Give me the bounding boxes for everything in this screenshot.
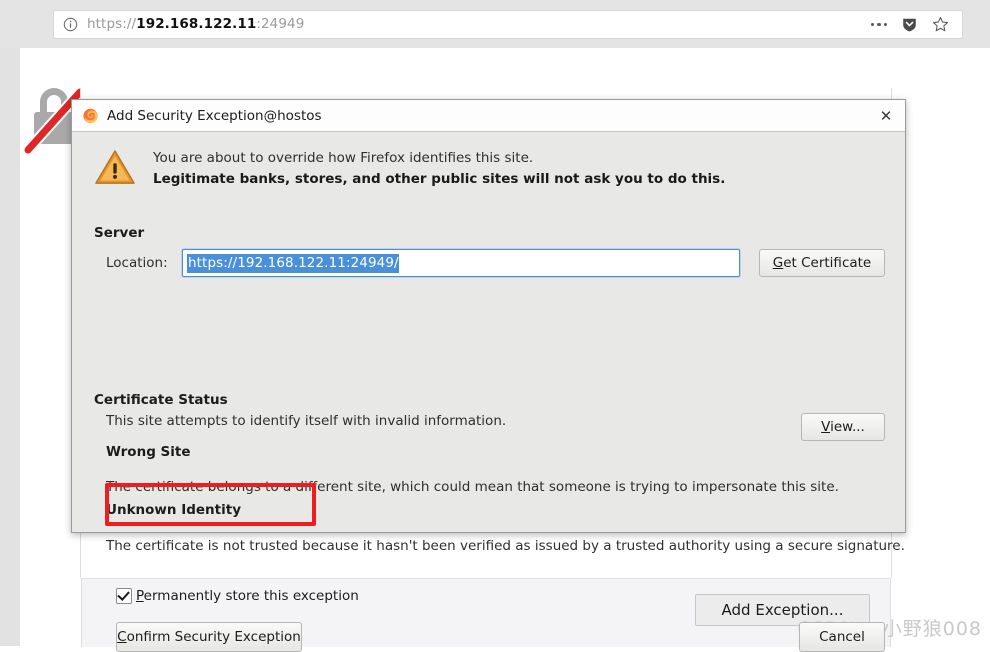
intro-line-1: You are about to override how Firefox id… xyxy=(153,150,534,166)
permanently-store-checkbox[interactable] xyxy=(116,588,132,604)
info-circle-icon[interactable] xyxy=(63,17,78,32)
unknown-identity-body: The certificate is not trusted because i… xyxy=(106,538,905,554)
get-certificate-mnemonic: G xyxy=(772,255,784,271)
confirm-label: onfirm Security Exception xyxy=(126,629,301,645)
dialog-body: You are about to override how Firefox id… xyxy=(72,132,905,652)
permanently-store-mnemonic: P xyxy=(136,588,144,604)
certificate-status-line: This site attempts to identify itself wi… xyxy=(106,413,507,429)
unknown-identity-heading: Unknown Identity xyxy=(106,502,242,518)
intro-line-2: Legitimate banks, stores, and other publ… xyxy=(153,170,726,187)
warning-triangle-icon xyxy=(94,148,136,186)
url-port: :24949 xyxy=(256,17,305,32)
view-label: iew... xyxy=(830,419,865,435)
page-actions-icon[interactable] xyxy=(870,22,887,27)
location-input-value: https://192.168.122.11:24949/ xyxy=(187,253,399,273)
server-heading: Server xyxy=(94,225,145,241)
url-host: 192.168.122.11 xyxy=(136,17,257,32)
get-certificate-label: et Certificate xyxy=(783,255,872,271)
location-label: Location: xyxy=(106,255,168,271)
location-input[interactable]: https://192.168.122.11:24949/ xyxy=(182,249,740,277)
bookmark-star-icon[interactable] xyxy=(932,16,949,33)
confirm-security-exception-button[interactable]: Confirm Security Exception xyxy=(116,622,302,652)
dialog-titlebar: Add Security Exception@hostos ✕ xyxy=(72,100,905,132)
dialog-intro-text: You are about to override how Firefox id… xyxy=(153,146,725,190)
browser-toolbar: https://192.168.122.11:24949 xyxy=(0,0,990,49)
url-scheme: https:// xyxy=(87,17,137,32)
dialog-title: Add Security Exception@hostos xyxy=(107,107,322,124)
get-certificate-button[interactable]: Get Certificate xyxy=(759,249,885,277)
wrong-site-heading: Wrong Site xyxy=(106,444,191,460)
pocket-shield-icon[interactable] xyxy=(901,16,918,33)
urlbar-action-icons xyxy=(870,16,950,33)
cancel-button[interactable]: Cancel xyxy=(799,622,885,652)
url-display[interactable]: https://192.168.122.11:24949 xyxy=(87,18,871,32)
wrong-site-body: The certificate belongs to a different s… xyxy=(106,479,839,495)
add-security-exception-dialog: Add Security Exception@hostos ✕ You are … xyxy=(71,99,906,652)
address-bar[interactable]: https://192.168.122.11:24949 xyxy=(53,10,963,39)
page-left-gutter xyxy=(0,48,20,646)
close-icon[interactable]: ✕ xyxy=(875,105,897,127)
permanently-store-text: ermanently store this exception xyxy=(143,588,359,604)
firefox-logo-icon xyxy=(82,107,99,124)
dialog-intro: You are about to override how Firefox id… xyxy=(72,132,905,194)
view-button[interactable]: View... xyxy=(801,413,885,441)
permanently-store-exception-row[interactable]: Permanently store this exception xyxy=(116,588,359,604)
confirm-mnemonic: C xyxy=(117,629,127,645)
view-mnemonic: V xyxy=(821,419,831,435)
certificate-status-heading: Certificate Status xyxy=(94,392,228,408)
permanently-store-label: Permanently store this exception xyxy=(136,588,359,604)
